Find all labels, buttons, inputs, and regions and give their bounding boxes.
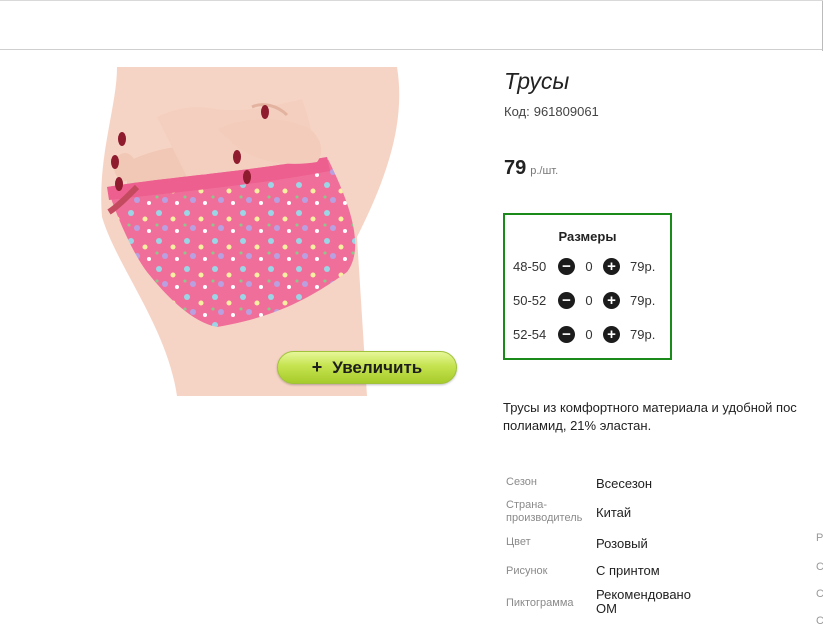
spec-value: Рекомендовано ОМ (596, 587, 691, 616)
description-line-2: полиамид, 21% эластан. (503, 418, 652, 433)
product-description: Трусы из комфортного материала и удобной… (503, 399, 823, 435)
size-row: 50-52 − 0 + 79р. (513, 289, 655, 311)
spec-value: Всесезон (596, 476, 653, 491)
plus-icon[interactable]: + (603, 325, 620, 343)
size-qty: 0 (585, 292, 593, 308)
minus-icon[interactable]: − (558, 325, 575, 343)
size-label: 48-50 (513, 258, 547, 274)
spec-key: Сезон (506, 476, 537, 488)
price-unit: р./шт. (530, 165, 559, 177)
plus-icon: + (311, 357, 323, 377)
edge-text: Р (816, 532, 823, 544)
spec-key: Цвет (506, 536, 531, 548)
price-value: 79 (504, 157, 527, 179)
zoom-button[interactable]: + Увеличить (277, 351, 457, 384)
product-code-value: 961809061 (533, 104, 599, 119)
size-price: 79р. (630, 292, 656, 308)
product-photo[interactable] (97, 67, 417, 396)
size-label: 52-54 (513, 326, 547, 342)
product-title: Трусы (504, 68, 570, 94)
size-qty: 0 (585, 326, 593, 342)
size-price: 79р. (630, 326, 656, 342)
product-price: 79 р./шт. (504, 157, 558, 180)
description-line-1: Трусы из комфортного материала и удобной… (503, 400, 797, 415)
edge-text: С (816, 615, 823, 627)
edge-text: С (816, 561, 823, 573)
sizes-title: Размеры (558, 229, 617, 244)
plus-icon[interactable]: + (603, 257, 620, 275)
size-price: 79р. (630, 258, 656, 274)
spec-value: Китай (596, 505, 632, 520)
spec-key: Пиктограмма (506, 597, 574, 609)
edge-text: С (816, 588, 823, 600)
size-row: 52-54 − 0 + 79р. (513, 323, 655, 345)
spec-value: Розовый (596, 536, 648, 551)
minus-icon[interactable]: − (558, 257, 575, 275)
size-label: 50-52 (513, 292, 547, 308)
minus-icon[interactable]: − (558, 291, 575, 309)
product-photo-svg (97, 67, 417, 396)
product-code-label: Код: (504, 104, 530, 119)
spec-key: Рисунок (506, 565, 548, 577)
size-row: 48-50 − 0 + 79р. (513, 255, 655, 277)
top-bar (0, 0, 823, 51)
size-qty: 0 (585, 258, 593, 274)
sizes-box: Размеры 48-50 − 0 + 79р. 50-52 − 0 + 79р… (503, 213, 672, 360)
spec-value: С принтом (596, 563, 660, 578)
product-code: Код: 961809061 (504, 104, 599, 119)
plus-icon[interactable]: + (603, 291, 620, 309)
spec-key: Страна-производитель (506, 499, 583, 524)
zoom-button-label: Увеличить (332, 357, 423, 377)
